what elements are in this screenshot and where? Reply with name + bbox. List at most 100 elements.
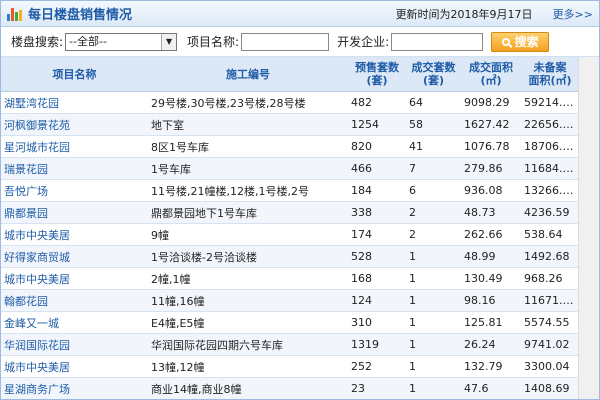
- table-row[interactable]: 翰都花园 11幢,16幢 124 1 98.16 11671.33: [1, 289, 579, 312]
- project-name-cell[interactable]: 吾悦广场: [1, 179, 148, 202]
- project-name-cell[interactable]: 瑞景花园: [1, 157, 148, 180]
- table-row[interactable]: 星河城市花园 8区1号车库 820 41 1076.78 18706.45: [1, 135, 579, 158]
- presale-units-cell: 1319: [348, 333, 406, 356]
- project-name-cell[interactable]: 好得家商贸城: [1, 245, 148, 268]
- build-number-cell: 2幢,1幢: [148, 267, 348, 290]
- table-row[interactable]: 河枫御景花苑 地下室 1254 58 1627.42 22656.46: [1, 113, 579, 136]
- project-name-cell[interactable]: 湖墅湾花园: [1, 91, 148, 114]
- sold-units-cell: 1: [406, 355, 461, 378]
- unrecorded-area-cell: 1492.68: [521, 245, 579, 268]
- sold-units-cell: 1: [406, 311, 461, 334]
- sold-area-cell: 26.24: [461, 333, 521, 356]
- project-name-cell[interactable]: 城市中央美居: [1, 223, 148, 246]
- sales-table: 项目名称 施工编号 预售套数 (套) 成交套数 (套) 成交面积 (㎡) 未备案 面积(…: [1, 57, 579, 399]
- presale-units-cell: 482: [348, 91, 406, 114]
- build-number-cell: E4幢,E5幢: [148, 311, 348, 334]
- presale-units-cell: 820: [348, 135, 406, 158]
- project-name-cell[interactable]: 星湖商务广场: [1, 377, 148, 399]
- page-title: 每日楼盘销售情况: [28, 8, 133, 23]
- search-icon: [501, 37, 510, 46]
- table-row[interactable]: 好得家商贸城 1号洽谈楼-2号洽谈楼 528 1 48.99 1492.68: [1, 245, 579, 268]
- sold-units-cell: 64: [406, 91, 461, 114]
- table-header-row: 项目名称 施工编号 预售套数 (套) 成交套数 (套) 成交面积 (㎡) 未备案 面积(…: [1, 57, 579, 92]
- sold-area-cell: 262.66: [461, 223, 521, 246]
- sold-units-cell: 7: [406, 157, 461, 180]
- presale-units-cell: 174: [348, 223, 406, 246]
- chevron-down-icon[interactable]: ▼: [161, 33, 177, 50]
- build-number-cell: 地下室: [148, 113, 348, 136]
- build-number-cell: 商业14幢,商业8幢: [148, 377, 348, 399]
- sold-area-cell: 125.81: [461, 311, 521, 334]
- project-name-cell[interactable]: 华润国际花园: [1, 333, 148, 356]
- unrecorded-area-cell: 3300.04: [521, 355, 579, 378]
- project-search-label: 楼盘搜索:: [11, 35, 64, 49]
- sold-units-cell: 1: [406, 267, 461, 290]
- unrecorded-area-cell: 968.26: [521, 267, 579, 290]
- sold-area-cell: 132.79: [461, 355, 521, 378]
- developer-input[interactable]: [391, 32, 484, 51]
- build-number-cell: 华润国际花园四期六号车库: [148, 333, 348, 356]
- update-time: 更新时间为2018年9月17日: [395, 7, 533, 21]
- build-number-cell: 13幢,12幢: [148, 355, 348, 378]
- unrecorded-area-cell: 18706.45: [521, 135, 579, 158]
- search-button-label: 搜索: [514, 35, 539, 49]
- project-name-cell[interactable]: 翰都花园: [1, 289, 148, 312]
- table-row[interactable]: 瑞景花园 1号车库 466 7 279.86 11684.15: [1, 157, 579, 180]
- table-row[interactable]: 星湖商务广场 商业14幢,商业8幢 23 1 47.6 1408.69: [1, 377, 579, 399]
- presale-units-cell: 184: [348, 179, 406, 202]
- col-presale-units: 预售套数 (套): [348, 57, 406, 92]
- project-name-cell[interactable]: 鼎都景园: [1, 201, 148, 224]
- presale-units-cell: 1254: [348, 113, 406, 136]
- unrecorded-area-cell: 11684.15: [521, 157, 579, 180]
- sold-area-cell: 1627.42: [461, 113, 521, 136]
- build-number-cell: 11幢,16幢: [148, 289, 348, 312]
- sold-units-cell: 2: [406, 223, 461, 246]
- unrecorded-area-cell: 4236.59: [521, 201, 579, 224]
- build-number-cell: 11号楼,21幢楼,12楼,1号楼,2号: [148, 179, 348, 202]
- col-unrecorded-area: 未备案 面积(㎡): [521, 57, 579, 92]
- project-name-input[interactable]: [241, 32, 330, 51]
- table-row[interactable]: 吾悦广场 11号楼,21幢楼,12楼,1号楼,2号 184 6 936.08 13266.…: [1, 179, 579, 202]
- sold-area-cell: 279.86: [461, 157, 521, 180]
- project-name-cell[interactable]: 城市中央美居: [1, 355, 148, 378]
- more-link[interactable]: 更多>>: [553, 6, 593, 22]
- table-row[interactable]: 城市中央美居 13幢,12幢 252 1 132.79 3300.04: [1, 355, 579, 378]
- sold-area-cell: 130.49: [461, 267, 521, 290]
- col-project-name: 项目名称: [1, 57, 148, 92]
- build-number-cell: 鼎都景园地下1号车库: [148, 201, 348, 224]
- sales-panel: 每日楼盘销售情况 更新时间为2018年9月17日 更多>> 楼盘搜索: --全部…: [0, 0, 600, 400]
- district-select-value: --全部--: [69, 34, 107, 48]
- table-row[interactable]: 城市中央美居 2幢,1幢 168 1 130.49 968.26: [1, 267, 579, 290]
- sold-units-cell: 2: [406, 201, 461, 224]
- project-name-cell[interactable]: 河枫御景花苑: [1, 113, 148, 136]
- col-sold-units: 成交套数 (套): [406, 57, 461, 92]
- sold-units-cell: 1: [406, 245, 461, 268]
- presale-units-cell: 124: [348, 289, 406, 312]
- table-row[interactable]: 金峰又一城 E4幢,E5幢 310 1 125.81 5574.55: [1, 311, 579, 334]
- presale-units-cell: 168: [348, 267, 406, 290]
- presale-units-cell: 23: [348, 377, 406, 399]
- sold-area-cell: 9098.29: [461, 91, 521, 114]
- col-sold-area: 成交面积 (㎡): [461, 57, 521, 92]
- table-row[interactable]: 湖墅湾花园 29号楼,30号楼,23号楼,28号楼 482 64 9098.29 5921…: [1, 91, 579, 114]
- unrecorded-area-cell: 5574.55: [521, 311, 579, 334]
- project-name-cell[interactable]: 城市中央美居: [1, 267, 148, 290]
- project-name-label: 项目名称:: [187, 35, 240, 49]
- unrecorded-area-cell: 538.64: [521, 223, 579, 246]
- developer-label: 开发企业:: [337, 35, 390, 49]
- project-name-cell[interactable]: 星河城市花园: [1, 135, 148, 158]
- build-number-cell: 9幢: [148, 223, 348, 246]
- sold-units-cell: 1: [406, 377, 461, 399]
- search-button[interactable]: 搜索: [491, 31, 550, 52]
- col-build-number: 施工编号: [148, 57, 348, 92]
- district-select[interactable]: --全部-- ▼: [65, 32, 178, 51]
- scrollbar[interactable]: [578, 57, 599, 399]
- table-row[interactable]: 鼎都景园 鼎都景园地下1号车库 338 2 48.73 4236.59: [1, 201, 579, 224]
- table-row[interactable]: 城市中央美居 9幢 174 2 262.66 538.64: [1, 223, 579, 246]
- project-name-cell[interactable]: 金峰又一城: [1, 311, 148, 334]
- table-row[interactable]: 华润国际花园 华润国际花园四期六号车库 1319 1 26.24 9741.02: [1, 333, 579, 356]
- sold-units-cell: 1: [406, 333, 461, 356]
- unrecorded-area-cell: 22656.46: [521, 113, 579, 136]
- sold-units-cell: 1: [406, 289, 461, 312]
- presale-units-cell: 310: [348, 311, 406, 334]
